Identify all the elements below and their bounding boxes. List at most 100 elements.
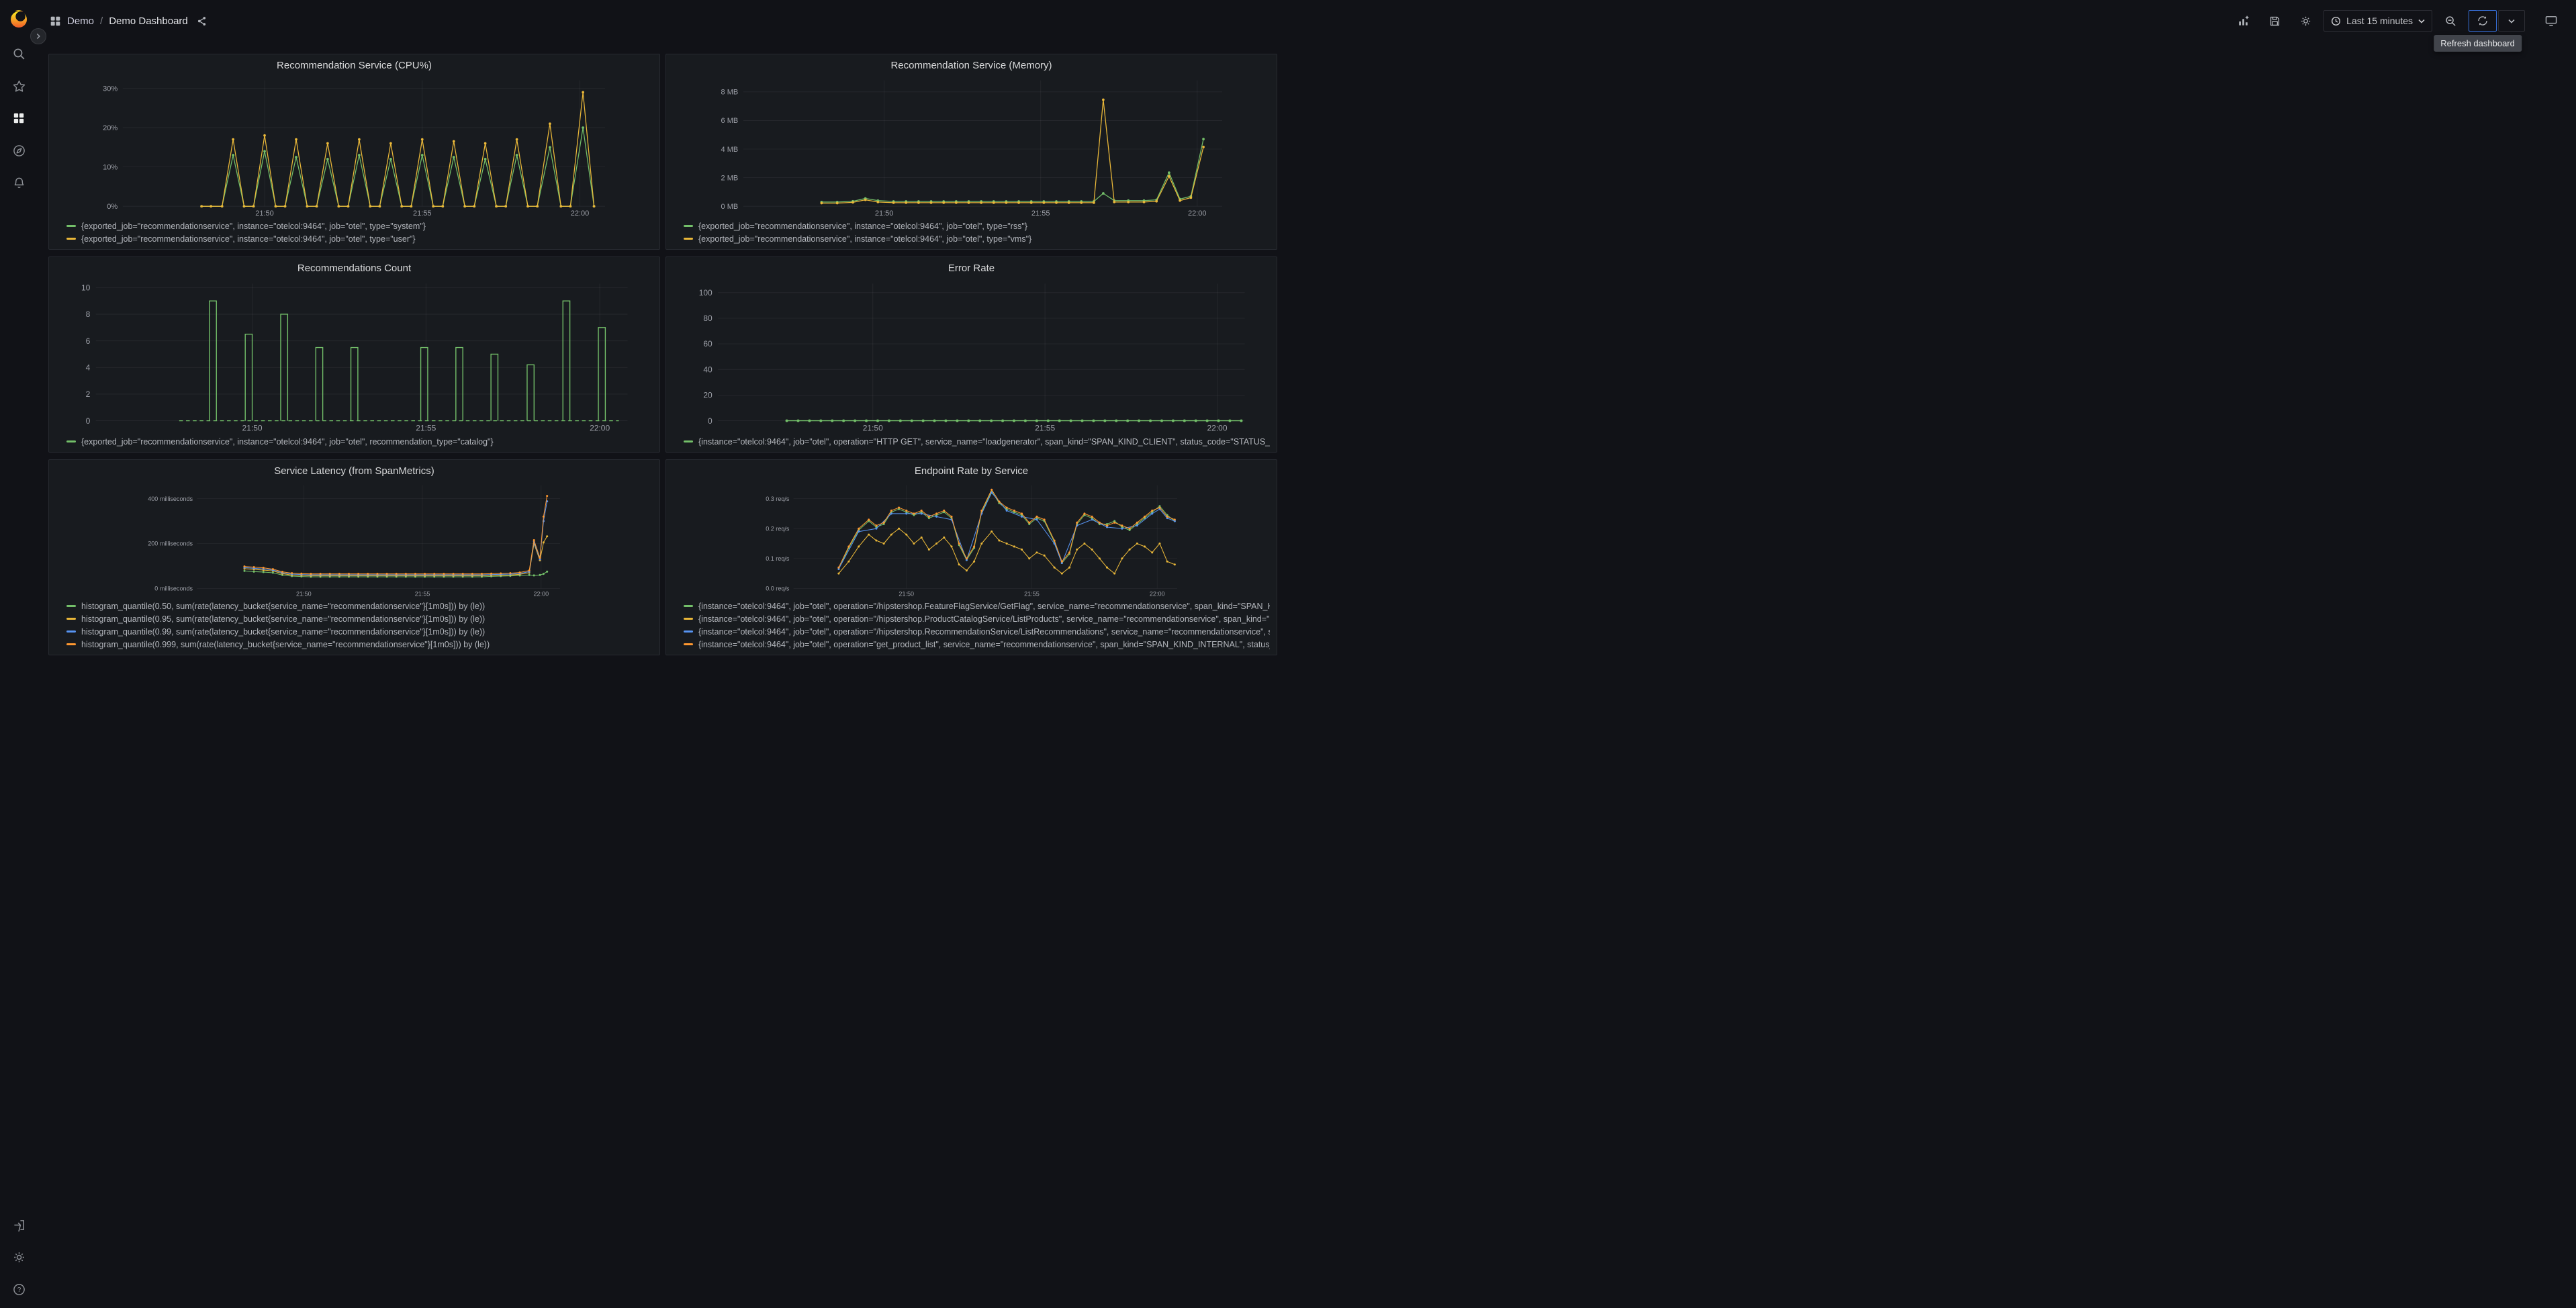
panel-title: Endpoint Rate by Service — [914, 465, 1029, 477]
share-dashboard-button[interactable] — [197, 16, 207, 26]
zoom-out-button[interactable] — [2438, 11, 2463, 31]
legend-swatch — [66, 630, 76, 633]
panel-header[interactable]: Recommendations Count — [49, 257, 659, 279]
svg-text:10%: 10% — [103, 163, 118, 171]
legend-item[interactable]: {instance="otelcol:9464", job="otel", op… — [684, 600, 1270, 612]
sidebar-item-dashboards[interactable] — [0, 102, 38, 134]
star-icon — [13, 80, 25, 92]
legend-label: histogram_quantile(0.50, sum(rate(latenc… — [81, 601, 486, 611]
chevron-right-icon — [36, 34, 40, 39]
panel-recommendation-cpu: Recommendation Service (CPU%) 0% 10% 20% 30… — [48, 54, 660, 250]
grafana-logo-icon — [11, 10, 27, 28]
panel-header[interactable]: Endpoint Rate by Service — [666, 460, 1277, 481]
sidebar-item-alerting[interactable] — [0, 167, 38, 199]
legend-swatch — [66, 440, 76, 442]
panel-header[interactable]: Error Rate — [666, 257, 1277, 279]
sidebar-item-explore[interactable] — [0, 134, 38, 167]
compass-icon — [13, 144, 25, 156]
legend-swatch — [684, 225, 693, 227]
svg-text:2 MB: 2 MB — [721, 174, 739, 182]
legend-item[interactable]: histogram_quantile(0.95, sum(rate(latenc… — [66, 612, 653, 625]
svg-text:80: 80 — [703, 314, 712, 323]
timeseries-chart-memory[interactable]: 0 MB 2 MB 4 MB 6 MB 8 MB 21:50 21:55 22:00 — [666, 76, 1277, 218]
refresh-dashboard-button[interactable]: Refresh dashboard — [2434, 10, 2522, 52]
save-icon — [2270, 16, 2279, 26]
svg-text:0: 0 — [708, 416, 712, 426]
svg-text:21:50: 21:50 — [863, 423, 883, 432]
share-alt-icon — [197, 16, 205, 26]
toolbar: Last 15 minutes Refresh dashboard — [2231, 10, 2564, 52]
legend-swatch — [684, 630, 693, 633]
legend-item[interactable]: {exported_job="recommendationservice", i… — [684, 220, 1270, 232]
apps-grid-icon[interactable] — [50, 15, 61, 27]
legend-label: {instance="otelcol:9464", job="otel", op… — [698, 626, 1270, 637]
panel-header[interactable]: Recommendation Service (Memory) — [666, 54, 1277, 76]
sidebar-expand-button[interactable] — [30, 28, 46, 44]
legend-swatch — [684, 440, 693, 442]
legend-swatch — [684, 643, 693, 645]
panel-title: Error Rate — [948, 262, 995, 274]
svg-text:40: 40 — [703, 365, 712, 374]
legend-swatch — [684, 618, 693, 620]
legend-swatch — [66, 643, 76, 645]
legend: {instance="otelcol:9464", job="otel", op… — [666, 598, 1277, 655]
panel-recommendations-count: Recommendations Count 0 2 4 6 8 10 21:50 21:55 2… — [48, 256, 660, 453]
sidebar-item-configuration[interactable] — [0, 1241, 38, 1273]
timeseries-chart-count[interactable]: 0 2 4 6 8 10 21:50 21:55 22:00 — [49, 279, 659, 434]
save-dashboard-button[interactable] — [2262, 11, 2287, 31]
timeseries-chart-latency[interactable]: 0 milliseconds 200 milliseconds 400 millis… — [49, 481, 659, 598]
timeseries-chart-endpoint-rate[interactable]: 0.0 req/s 0.1 req/s 0.2 req/s 0.3 req/s 21:5… — [666, 481, 1277, 598]
svg-text:20: 20 — [703, 391, 712, 400]
legend-item[interactable]: {exported_job="recommendationservice", i… — [66, 435, 653, 448]
refresh-icon — [2478, 16, 2487, 26]
dashboard-settings-button[interactable] — [2293, 11, 2318, 31]
legend-swatch — [66, 618, 76, 620]
legend-item[interactable]: {exported_job="recommendationservice", i… — [66, 232, 653, 245]
legend-item[interactable]: histogram_quantile(0.99, sum(rate(latenc… — [66, 625, 653, 638]
panel-header[interactable]: Service Latency (from SpanMetrics) — [49, 460, 659, 481]
timeseries-chart-cpu[interactable]: 0% 10% 20% 30% 21:50 21:55 22:00 — [49, 76, 659, 218]
time-range-picker[interactable]: Last 15 minutes — [2324, 10, 2432, 32]
svg-text:0%: 0% — [107, 203, 118, 211]
panel-recommendation-memory: Recommendation Service (Memory) 0 MB 2 MB… — [665, 54, 1277, 250]
svg-text:21:55: 21:55 — [416, 423, 436, 432]
zoom-out-icon — [2445, 15, 2456, 26]
breadcrumb-section[interactable]: Demo — [67, 15, 94, 27]
svg-text:6 MB: 6 MB — [721, 117, 739, 125]
add-panel-button[interactable] — [2231, 11, 2256, 31]
sidebar-item-starred[interactable] — [0, 70, 38, 102]
time-range-label: Last 15 minutes — [2346, 15, 2413, 26]
sidebar-item-search[interactable] — [0, 38, 38, 70]
panel-error-rate: Error Rate 0 20 40 60 80 100 21:50 21:55 22:00 {… — [665, 256, 1277, 453]
svg-text:100: 100 — [699, 288, 712, 297]
legend-item[interactable]: histogram_quantile(0.50, sum(rate(latenc… — [66, 600, 653, 612]
svg-text:0.0 req/s: 0.0 req/s — [766, 586, 790, 592]
panel-title: Recommendation Service (CPU%) — [277, 59, 432, 71]
svg-text:21:50: 21:50 — [242, 423, 263, 432]
legend-item[interactable]: {instance="otelcol:9464", job="otel", op… — [684, 625, 1270, 638]
sidebar-item-sign-in[interactable] — [0, 1209, 38, 1241]
svg-text:200 milliseconds: 200 milliseconds — [148, 541, 193, 547]
legend-label: {instance="otelcol:9464", job="otel", op… — [698, 436, 1270, 447]
refresh-interval-button[interactable] — [2498, 10, 2525, 32]
legend-item[interactable]: histogram_quantile(0.999, sum(rate(laten… — [66, 638, 653, 651]
legend-label: {exported_job="recommendationservice", i… — [698, 234, 1032, 244]
kiosk-mode-button[interactable] — [2538, 11, 2564, 31]
legend-item[interactable]: {exported_job="recommendationservice", i… — [684, 232, 1270, 245]
sidebar-item-help[interactable]: ? — [0, 1273, 38, 1305]
clock-icon — [2332, 16, 2341, 26]
legend-item[interactable]: {exported_job="recommendationservice", i… — [66, 220, 653, 232]
svg-text:21:50: 21:50 — [296, 591, 312, 598]
legend-item[interactable]: {instance="otelcol:9464", job="otel", op… — [684, 638, 1270, 651]
legend-label: histogram_quantile(0.99, sum(rate(latenc… — [81, 626, 486, 637]
legend-item[interactable]: {instance="otelcol:9464", job="otel", op… — [684, 612, 1270, 625]
panel-header[interactable]: Recommendation Service (CPU%) — [49, 54, 659, 76]
timeseries-chart-error-rate[interactable]: 0 20 40 60 80 100 21:50 21:55 22:00 — [666, 279, 1277, 434]
breadcrumb-page[interactable]: Demo Dashboard — [109, 15, 188, 27]
chevron-down-icon — [2508, 19, 2515, 24]
svg-text:21:55: 21:55 — [1035, 423, 1055, 432]
svg-text:22:00: 22:00 — [1150, 591, 1165, 598]
legend-item[interactable]: {instance="otelcol:9464", job="otel", op… — [684, 435, 1270, 448]
dashboard-grid: Recommendation Service (CPU%) 0% 10% 20% 30… — [38, 42, 2576, 1308]
grafana-logo[interactable] — [9, 0, 29, 38]
